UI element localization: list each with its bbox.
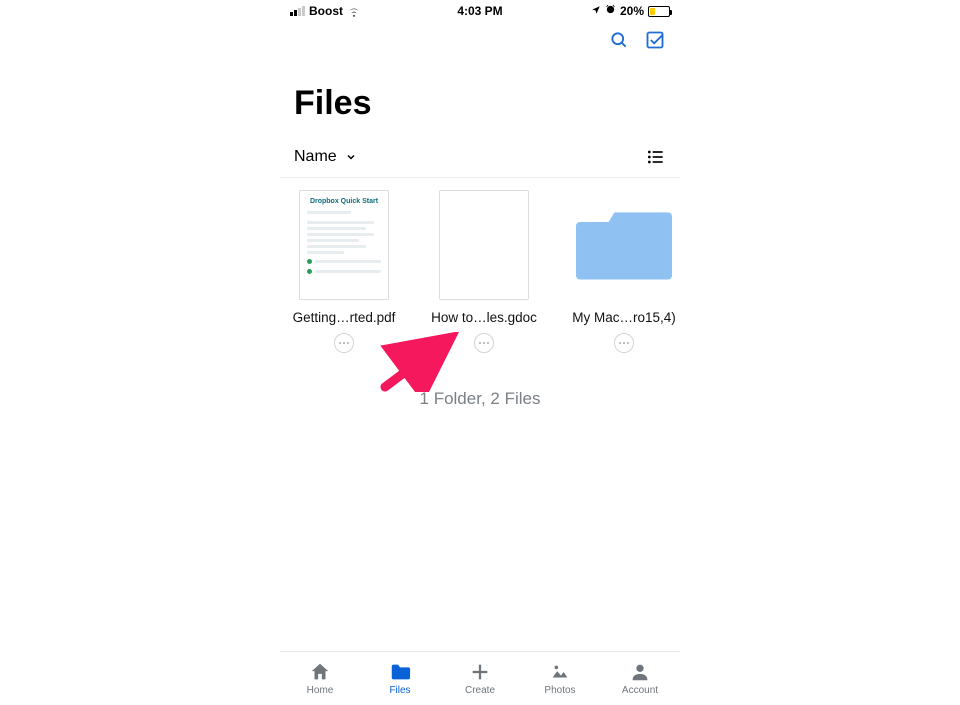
folder-icon	[389, 661, 411, 683]
file-more-button[interactable]	[334, 333, 354, 353]
folder-thumbnail[interactable]	[574, 190, 674, 300]
file-name: How to…les.gdoc	[424, 310, 544, 325]
file-name: My Mac…ro15,4)	[564, 310, 684, 325]
select-button[interactable]	[644, 29, 666, 51]
file-name: Getting…rted.pdf	[284, 310, 404, 325]
tab-label: Create	[465, 685, 495, 696]
status-left: Boost	[290, 4, 361, 18]
photos-icon	[549, 661, 571, 683]
account-icon	[629, 661, 651, 683]
sort-label: Name	[294, 148, 337, 166]
search-icon	[609, 30, 629, 50]
file-more-button[interactable]	[614, 333, 634, 353]
status-right: 20%	[591, 4, 670, 18]
summary-label: 1 Folder, 2 Files	[280, 389, 680, 409]
file-more-button[interactable]	[474, 333, 494, 353]
file-item[interactable]: Dropbox Quick Start Getting…rted.pdf	[294, 190, 394, 353]
wifi-icon	[347, 6, 361, 17]
folder-icon	[576, 205, 672, 285]
page-title: Files	[280, 58, 680, 141]
checkbox-icon	[645, 30, 665, 50]
tab-create[interactable]: Create	[445, 661, 515, 696]
file-thumbnail-pdf[interactable]: Dropbox Quick Start	[299, 190, 389, 300]
search-button[interactable]	[608, 29, 630, 51]
tab-label: Home	[307, 685, 334, 696]
ellipsis-icon	[338, 341, 350, 345]
tab-bar: Home Files Create Photos Account	[280, 651, 680, 705]
chevron-down-icon	[345, 151, 357, 163]
list-icon	[646, 147, 666, 167]
location-icon	[591, 4, 601, 18]
file-thumbnail-blank[interactable]	[439, 190, 529, 300]
battery-percent-label: 20%	[620, 4, 644, 18]
tab-label: Files	[389, 685, 410, 696]
ellipsis-icon	[618, 341, 630, 345]
signal-icon	[290, 6, 305, 16]
plus-icon	[469, 661, 491, 683]
file-grid: Dropbox Quick Start Getting…rted.pdf How…	[280, 178, 680, 353]
tab-home[interactable]: Home	[285, 661, 355, 696]
phone-frame: Boost 4:03 PM 20% Files Name	[280, 0, 680, 705]
status-time: 4:03 PM	[457, 4, 502, 18]
home-icon	[309, 661, 331, 683]
battery-icon	[648, 6, 670, 17]
carrier-label: Boost	[309, 4, 343, 18]
sort-row: Name	[280, 141, 680, 178]
tab-photos[interactable]: Photos	[525, 661, 595, 696]
file-item[interactable]: How to…les.gdoc	[434, 190, 534, 353]
sort-button[interactable]: Name	[294, 148, 357, 166]
tab-account[interactable]: Account	[605, 661, 675, 696]
folder-item[interactable]: My Mac…ro15,4)	[574, 190, 674, 353]
top-actions	[280, 22, 680, 58]
alarm-icon	[605, 4, 616, 18]
tab-label: Photos	[544, 685, 575, 696]
tab-files[interactable]: Files	[365, 661, 435, 696]
pdf-preview-title: Dropbox Quick Start	[307, 198, 381, 205]
ellipsis-icon	[478, 341, 490, 345]
tab-label: Account	[622, 685, 658, 696]
view-toggle-button[interactable]	[646, 147, 666, 167]
status-bar: Boost 4:03 PM 20%	[280, 0, 680, 22]
